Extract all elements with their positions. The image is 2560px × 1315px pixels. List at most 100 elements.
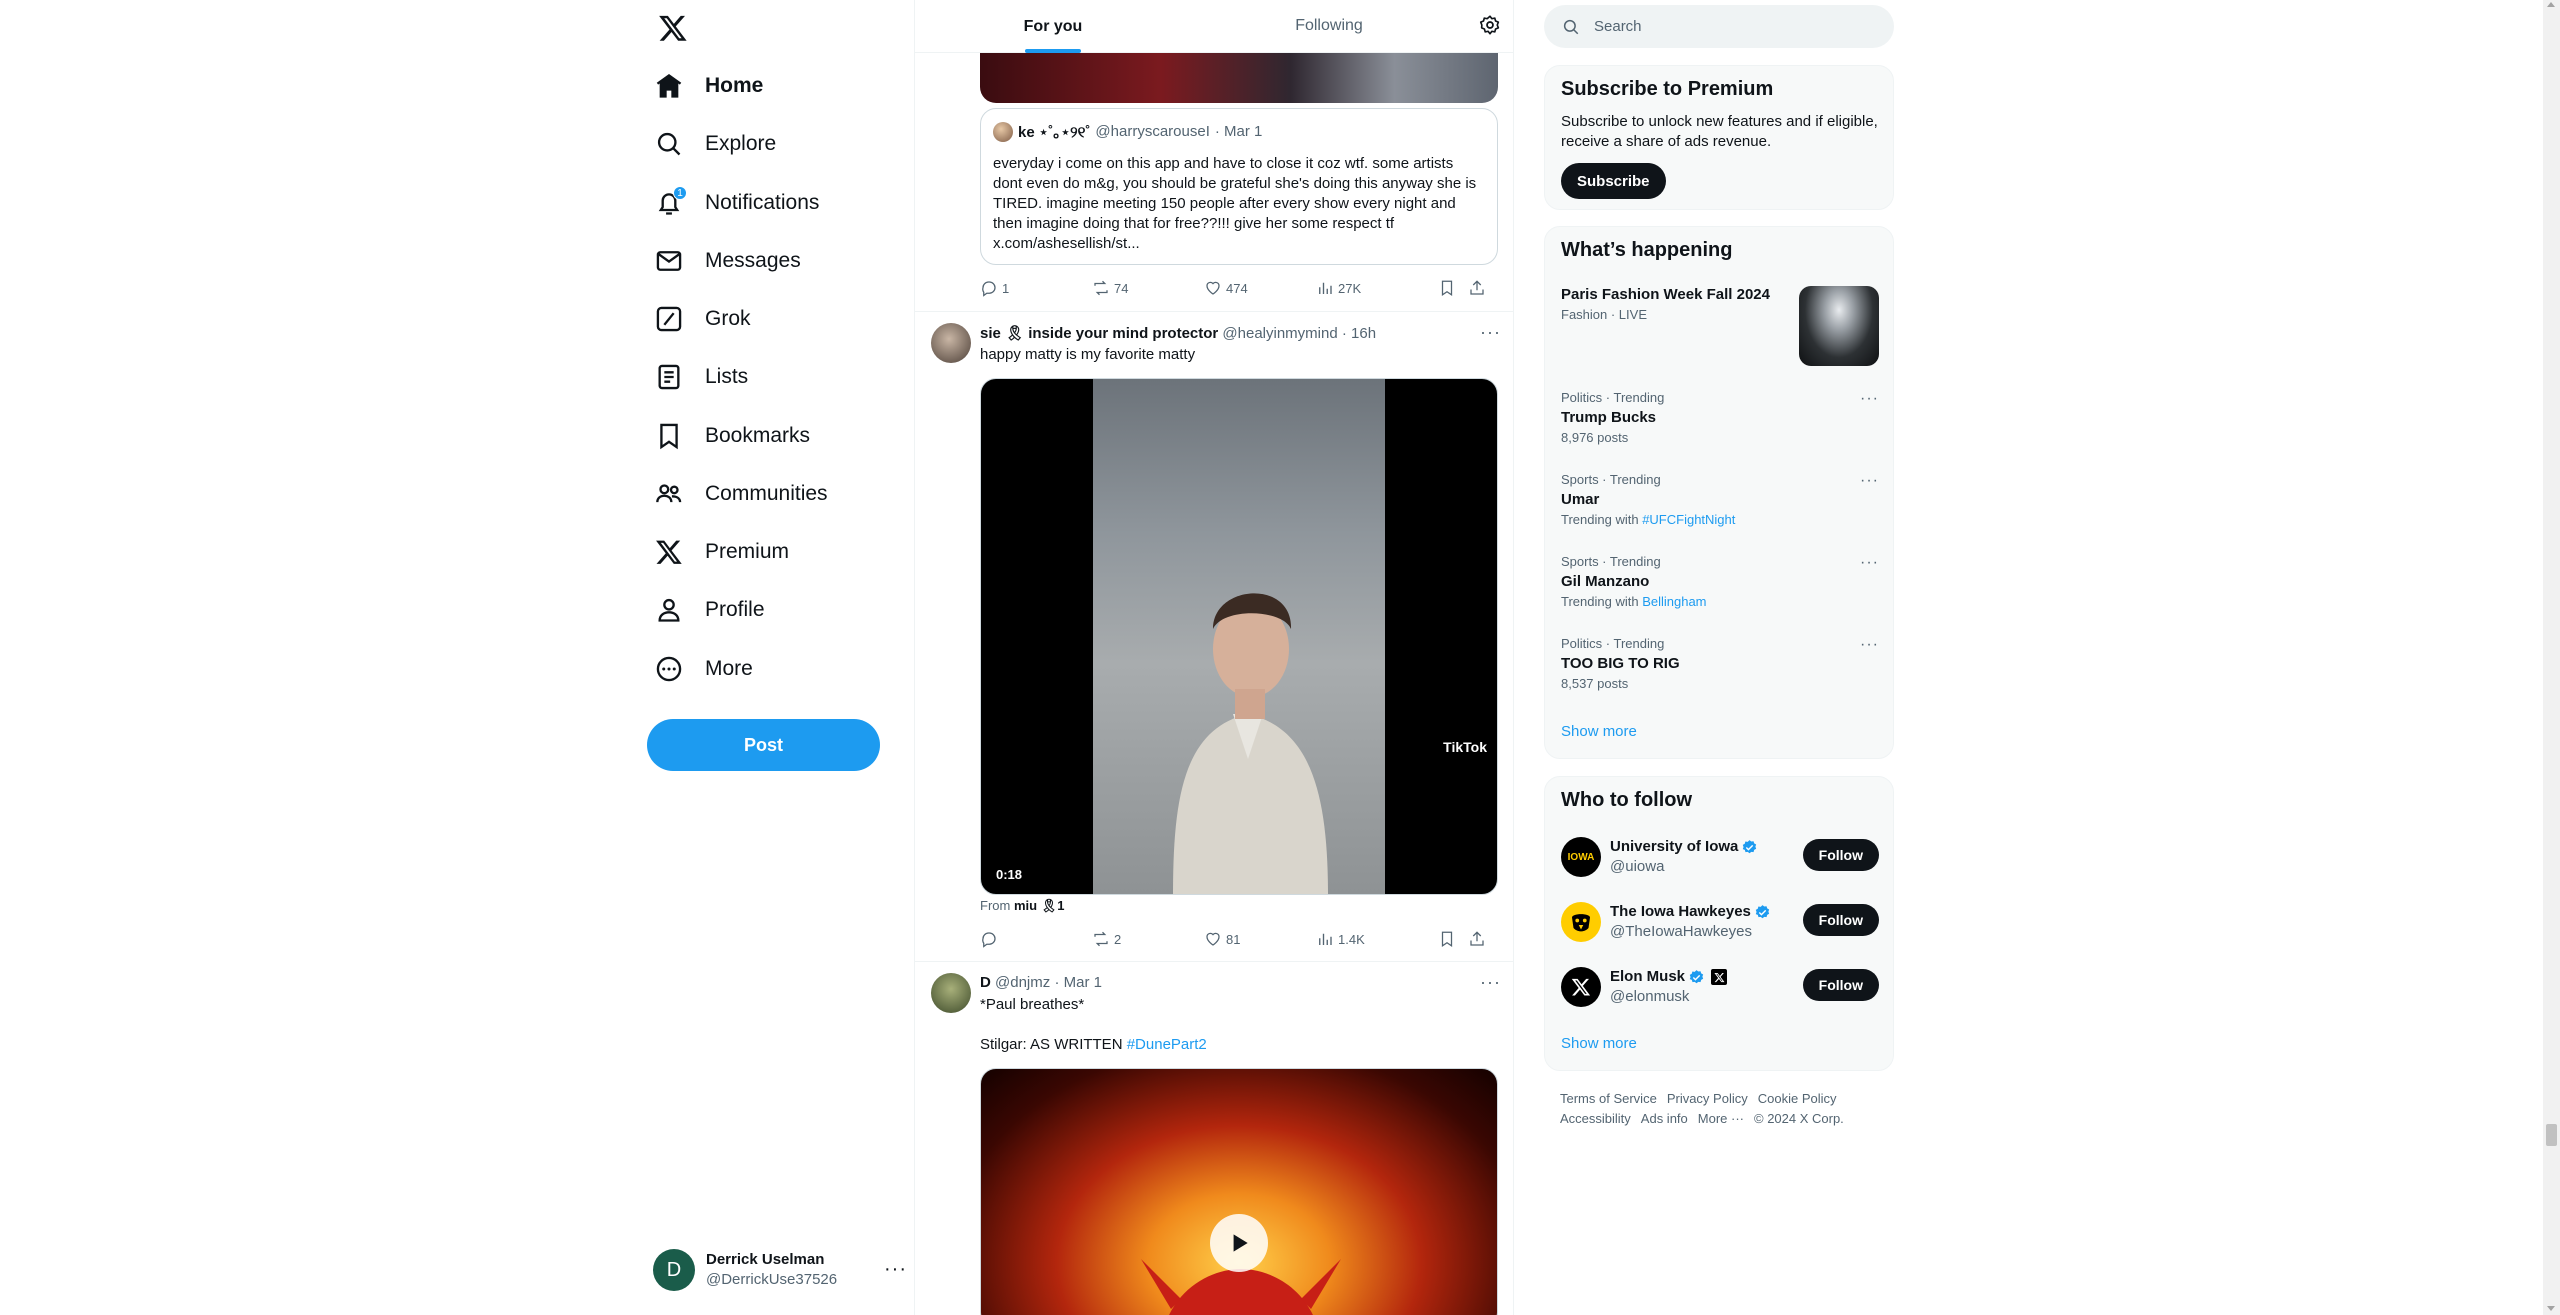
footer-link[interactable]: Privacy Policy	[1667, 1089, 1748, 1109]
nav-item-profile[interactable]: Profile	[655, 585, 777, 635]
footer-link[interactable]: Ads info	[1641, 1109, 1688, 1129]
author-handle[interactable]: @dnjmz	[995, 974, 1050, 991]
follow-name: Elon Musk	[1610, 968, 1686, 985]
reply-count: 1	[1002, 280, 1010, 296]
views-button[interactable]: 1.4K	[1316, 930, 1438, 948]
repost-button[interactable]: 2	[1092, 930, 1204, 948]
x-logo-icon[interactable]	[658, 13, 688, 43]
nav-label-premium: Premium	[705, 540, 790, 563]
tab-for-you[interactable]: For you	[915, 0, 1191, 53]
follow-handle: @TheIowaHawkeyes	[1610, 923, 1752, 940]
trend-title: Trump Bucks	[1561, 409, 1657, 426]
follow-text: The Iowa Hawkeyes @TheIowaHawkeyes	[1610, 902, 1771, 942]
author-name[interactable]: D	[980, 974, 991, 991]
scroll-up-arrow-icon[interactable]	[2547, 2, 2555, 7]
tweet-media-image[interactable]	[980, 53, 1498, 103]
trend-item[interactable]: Politics · Trending TOO BIG TO RIG 8,537…	[1545, 636, 1895, 716]
nav-item-more[interactable]: More	[655, 644, 765, 694]
bookmark-button[interactable]	[1438, 930, 1468, 948]
tweet-header: D @dnjmz · Mar 1	[980, 974, 1102, 991]
follow-suggestion[interactable]: The Iowa Hawkeyes @TheIowaHawkeyes Follo…	[1545, 890, 1895, 954]
premium-panel: Subscribe to Premium Subscribe to unlock…	[1544, 65, 1894, 210]
footer-link[interactable]: More ···	[1698, 1109, 1744, 1129]
video-source[interactable]: From miu 🎗1	[980, 898, 1064, 914]
trend-link[interactable]: Bellingham	[1642, 594, 1706, 609]
tweet-gif[interactable]	[980, 1068, 1498, 1315]
subscribe-button[interactable]: Subscribe	[1561, 163, 1666, 199]
more-dots-icon[interactable]: ···	[1860, 472, 1879, 490]
nav-item-communities[interactable]: Communities	[655, 469, 840, 519]
trend-sub: Trending with #UFCFightNight	[1561, 512, 1879, 527]
nav-item-premium[interactable]: Premium	[655, 527, 801, 577]
hashtag-link[interactable]: #DunePart2	[1127, 1036, 1207, 1053]
avatar[interactable]	[931, 323, 971, 363]
like-button[interactable]: 474	[1204, 279, 1316, 297]
more-dots-icon[interactable]: ···	[1480, 322, 1501, 343]
like-button[interactable]: 81	[1204, 930, 1316, 948]
nav-item-grok[interactable]: Grok	[655, 294, 763, 344]
more-dots-icon[interactable]: ···	[1860, 390, 1879, 408]
heart-icon	[1206, 932, 1220, 946]
reply-button[interactable]	[980, 930, 1092, 948]
post-button[interactable]: Post	[647, 719, 880, 771]
gear-icon[interactable]	[1479, 14, 1503, 38]
repost-icon	[1094, 280, 1108, 296]
trend-item[interactable]: Sports · Trending Umar Trending with #UF…	[1545, 472, 1895, 552]
footer-link[interactable]: Terms of Service	[1560, 1089, 1657, 1109]
show-more-link[interactable]: Show more	[1561, 1035, 1637, 1052]
account-switcher[interactable]: D Derrick Uselman @DerrickUse37526 ···	[653, 1240, 915, 1300]
avatar: D	[653, 1249, 695, 1291]
search-input[interactable]	[1594, 18, 1864, 35]
more-dots-icon[interactable]: ···	[1480, 972, 1501, 993]
scrollbar-thumb[interactable]	[2546, 1124, 2557, 1146]
more-dots-icon[interactable]: ···	[884, 1258, 907, 1281]
avatar[interactable]	[931, 973, 971, 1013]
trend-sub: 8,976 posts	[1561, 430, 1879, 445]
nav-item-explore[interactable]: Explore	[655, 119, 788, 169]
trend-item[interactable]: Sports · Trending Gil Manzano Trending w…	[1545, 554, 1895, 634]
tweet-video[interactable]: TikTok 0:18	[980, 378, 1498, 895]
share-button[interactable]	[1468, 279, 1488, 297]
follow-button[interactable]: Follow	[1802, 969, 1879, 1001]
search-bar[interactable]	[1544, 5, 1894, 48]
follow-suggestion[interactable]: IOWA University of Iowa @uiowa Follow	[1545, 825, 1895, 889]
tab-following[interactable]: Following	[1191, 0, 1467, 52]
bookmark-button[interactable]	[1438, 279, 1468, 297]
nav-item-messages[interactable]: Messages	[655, 236, 813, 286]
tweet-header: sie 🎗 inside your mind protector @healyi…	[980, 324, 1376, 342]
trend-featured[interactable]: Paris Fashion Week Fall 2024 Fashion · L…	[1545, 286, 1895, 366]
nav-item-home[interactable]: Home	[655, 61, 775, 111]
follow-suggestion[interactable]: Elon Musk @elonmusk Follow	[1545, 955, 1895, 1019]
quote-author-name: ke ⋆˚｡⋆୨୧˚	[1018, 124, 1091, 141]
quoted-tweet[interactable]: ke ⋆˚｡⋆୨୧˚ @harryscarouseI · Mar 1 every…	[980, 108, 1498, 265]
list-icon	[655, 363, 683, 391]
x-affiliate-icon	[1711, 969, 1728, 985]
follow-button[interactable]: Follow	[1802, 839, 1879, 871]
nav-label-profile: Profile	[705, 598, 765, 621]
scroll-down-arrow-icon[interactable]	[2547, 1306, 2555, 1311]
more-dots-icon[interactable]: ···	[1860, 554, 1879, 572]
page-scrollbar[interactable]	[2543, 0, 2560, 1315]
tweet-time[interactable]: · Mar 1	[1054, 974, 1102, 991]
share-button[interactable]	[1468, 930, 1488, 948]
reply-icon	[982, 932, 996, 948]
nav-item-notifications[interactable]: 1 Notifications	[655, 178, 831, 228]
author-handle[interactable]: @healyinmymind	[1222, 325, 1337, 342]
trend-link[interactable]: #UFCFightNight	[1642, 512, 1735, 527]
nav-item-lists[interactable]: Lists	[655, 352, 760, 402]
show-more-link[interactable]: Show more	[1561, 723, 1637, 740]
tweet-time[interactable]: · 16h	[1342, 325, 1376, 342]
trend-item[interactable]: Politics · Trending Trump Bucks 8,976 po…	[1545, 390, 1895, 470]
trend-title: Paris Fashion Week Fall 2024	[1561, 286, 1770, 303]
reply-button[interactable]: 1	[980, 279, 1092, 297]
repost-button[interactable]: 74	[1092, 279, 1204, 297]
footer-link[interactable]: Cookie Policy	[1758, 1089, 1837, 1109]
views-button[interactable]: 27K	[1316, 279, 1438, 297]
play-button[interactable]	[1210, 1214, 1268, 1272]
nav-item-bookmarks[interactable]: Bookmarks	[655, 411, 822, 461]
footer-link[interactable]: Accessibility	[1560, 1109, 1631, 1129]
more-dots-icon[interactable]: ···	[1860, 636, 1879, 654]
bell-icon: 1	[655, 186, 687, 217]
follow-button[interactable]: Follow	[1802, 904, 1879, 936]
author-name[interactable]: sie 🎗 inside your mind protector	[980, 325, 1218, 342]
